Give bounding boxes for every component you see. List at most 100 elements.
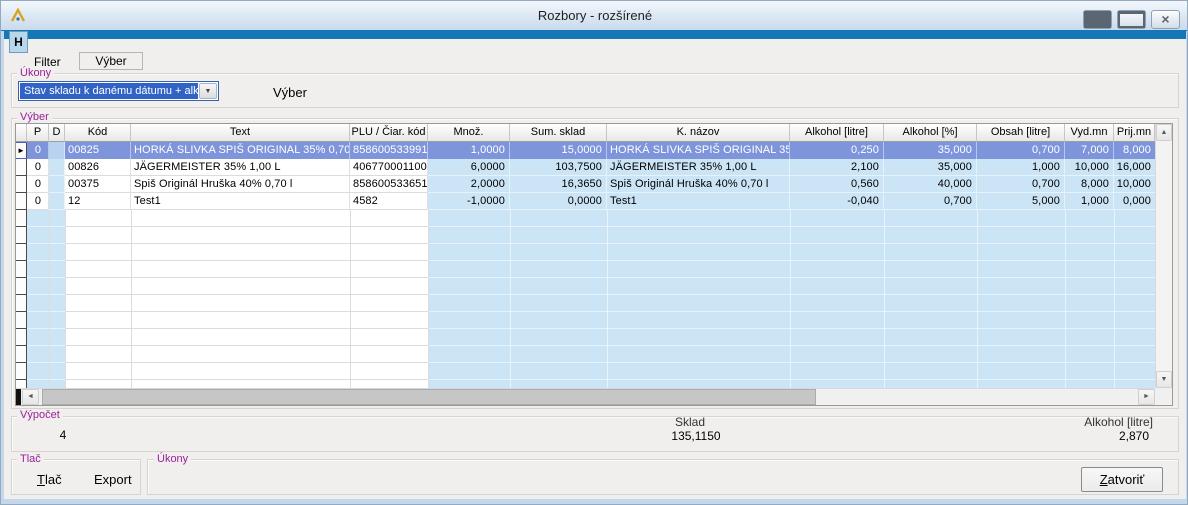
column-header-Alkohol [%][interactable]: Alkohol [%] — [884, 124, 977, 142]
cell[interactable]: 8,000 — [1114, 142, 1155, 159]
data-grid[interactable]: PDKódTextPLU / Čiar. kódMnož.Sum. skladK… — [15, 123, 1173, 406]
combobox-dropdown-icon[interactable]: ▼ — [199, 83, 217, 99]
cell[interactable]: 0,700 — [977, 176, 1065, 193]
window-title: Rozbory - rozšírené — [1, 8, 1188, 23]
cell[interactable]: 1,0000 — [428, 142, 510, 159]
column-header-PLU / Čiar. kód[interactable]: PLU / Čiar. kód — [350, 124, 428, 142]
titlebar[interactable]: Rozbory - rozšírené × — [1, 1, 1188, 31]
cell[interactable]: 1,000 — [1065, 193, 1114, 210]
cell[interactable]: 0,250 — [790, 142, 884, 159]
cell[interactable] — [49, 159, 65, 176]
vertical-scrollbar[interactable]: ▲▼ — [1155, 124, 1172, 388]
cell[interactable]: Spiš Originál Hruška 40% 0,70 l — [607, 176, 790, 193]
scroll-down-button[interactable]: ▼ — [1156, 371, 1172, 388]
cell[interactable]: 00825 — [65, 142, 131, 159]
cell[interactable] — [49, 193, 65, 210]
cell[interactable]: JÄGERMEISTER 35% 1,00 L — [607, 159, 790, 176]
zatvorit-accel: Z — [1100, 472, 1108, 487]
cell[interactable]: 0,0000 — [510, 193, 607, 210]
cell[interactable]: 0 — [27, 159, 49, 176]
column-header-Množ.[interactable]: Množ. — [428, 124, 510, 142]
cell[interactable]: 6,0000 — [428, 159, 510, 176]
cell[interactable]: -0,040 — [790, 193, 884, 210]
cell[interactable]: 7,000 — [1065, 142, 1114, 159]
cell[interactable]: 12 — [65, 193, 131, 210]
cell[interactable]: 8586005339915 — [350, 142, 428, 159]
tab-vyber[interactable]: Výber — [79, 52, 143, 70]
cell[interactable]: 16,3650 — [510, 176, 607, 193]
cell[interactable]: 00826 — [65, 159, 131, 176]
column-header-K. názov[interactable]: K. názov — [607, 124, 790, 142]
cell[interactable]: 4582 — [350, 193, 428, 210]
horizontal-scrollbar[interactable]: ◄► — [16, 388, 1155, 405]
cell[interactable]: 2,0000 — [428, 176, 510, 193]
cell[interactable] — [49, 176, 65, 193]
accent-stripe — [1, 30, 1188, 39]
cell[interactable]: HORKÁ SLIVKA SPIŠ ORIGINAL 35% 0,70 — [607, 142, 790, 159]
zatvorit-button[interactable]: Zatvoriť — [1081, 467, 1163, 492]
cell[interactable]: 103,7500 — [510, 159, 607, 176]
tlac-button-accel: T — [37, 472, 45, 487]
export-button[interactable]: Export — [94, 472, 132, 487]
horizontal-scroll-thumb[interactable] — [42, 389, 816, 405]
column-header-Kód[interactable]: Kód — [65, 124, 131, 142]
cell[interactable]: 2,100 — [790, 159, 884, 176]
cell[interactable]: 8586005336518 — [350, 176, 428, 193]
cell[interactable]: 0 — [27, 176, 49, 193]
column-header-Obsah [litre][interactable]: Obsah [litre] — [977, 124, 1065, 142]
cell[interactable]: 00375 — [65, 176, 131, 193]
cell[interactable]: 35,000 — [884, 142, 977, 159]
cell[interactable]: 0,700 — [977, 142, 1065, 159]
combobox-selected-value: Stav skladu k danému dátumu + alkohol — [20, 83, 198, 99]
cell[interactable]: -1,0000 — [428, 193, 510, 210]
cell[interactable]: 0 — [27, 142, 49, 159]
cell[interactable]: JÄGERMEISTER 35% 1,00 L — [131, 159, 350, 176]
cell[interactable]: 0,560 — [790, 176, 884, 193]
vyber-group-label: Výber — [17, 111, 52, 123]
grid-body: 000825HORKÁ SLIVKA SPIŠ ORIGINAL 35% 0,7… — [16, 142, 1155, 388]
selected-row-pointer-icon: ► — [17, 145, 27, 157]
scroll-right-button[interactable]: ► — [1138, 389, 1155, 405]
close-button[interactable]: × — [1151, 10, 1180, 29]
column-header-Alkohol [litre][interactable]: Alkohol [litre] — [790, 124, 884, 142]
h-menu-button[interactable]: H — [9, 31, 28, 53]
column-header-Vyd.mn[interactable]: Vyd.mn — [1065, 124, 1114, 142]
column-header-Sum. sklad[interactable]: Sum. sklad — [510, 124, 607, 142]
cell[interactable] — [49, 142, 65, 159]
scroll-up-button[interactable]: ▲ — [1156, 124, 1172, 141]
cell[interactable]: 40,000 — [884, 176, 977, 193]
cell[interactable]: 0,000 — [1114, 193, 1155, 210]
scroll-left-button[interactable]: ◄ — [22, 389, 39, 405]
column-header-D[interactable]: D — [49, 124, 65, 142]
cell[interactable]: 4067700011008 — [350, 159, 428, 176]
sklad-label: Sklad — [640, 415, 740, 429]
cell[interactable]: 16,000 — [1114, 159, 1155, 176]
vypocet-group-label: Výpočet — [17, 409, 63, 421]
close-icon: × — [1152, 11, 1179, 28]
minimize-button[interactable] — [1083, 10, 1112, 29]
cell[interactable]: 35,000 — [884, 159, 977, 176]
cell[interactable]: 10,000 — [1114, 176, 1155, 193]
tlac-button[interactable]: Tlač — [37, 472, 62, 487]
row-count-value: 4 — [51, 428, 75, 442]
table-row[interactable]: 000375Spiš Originál Hruška 40% 0,70 l858… — [16, 176, 1155, 193]
cell[interactable]: Spiš Originál Hruška 40% 0,70 l — [131, 176, 350, 193]
table-row[interactable]: 000826JÄGERMEISTER 35% 1,00 L40677000110… — [16, 159, 1155, 176]
cell[interactable]: 15,0000 — [510, 142, 607, 159]
cell[interactable]: HORKÁ SLIVKA SPIŠ ORIGINAL 35% 0,70 — [131, 142, 350, 159]
cell[interactable]: 8,000 — [1065, 176, 1114, 193]
column-header-Text[interactable]: Text — [131, 124, 350, 142]
column-header-Prij.mn[interactable]: Prij.mn — [1114, 124, 1155, 142]
cell[interactable]: Test1 — [607, 193, 790, 210]
cell[interactable]: 0 — [27, 193, 49, 210]
cell[interactable]: 10,000 — [1065, 159, 1114, 176]
cell[interactable]: 5,000 — [977, 193, 1065, 210]
report-type-combobox[interactable]: Stav skladu k danému dátumu + alkohol ▼ — [18, 81, 219, 101]
cell[interactable]: 1,000 — [977, 159, 1065, 176]
column-header-P[interactable]: P — [27, 124, 49, 142]
cell[interactable]: 0,700 — [884, 193, 977, 210]
cell[interactable]: Test1 — [131, 193, 350, 210]
maximize-button[interactable] — [1117, 10, 1146, 29]
table-row[interactable]: 012Test14582-1,00000,0000Test1-0,0400,70… — [16, 193, 1155, 210]
table-row[interactable]: 000825HORKÁ SLIVKA SPIŠ ORIGINAL 35% 0,7… — [16, 142, 1155, 159]
